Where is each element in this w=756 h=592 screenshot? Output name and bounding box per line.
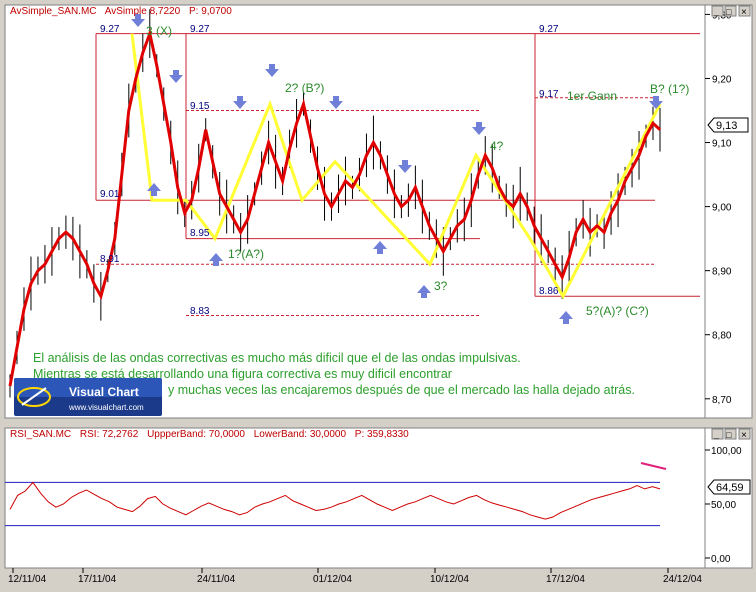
- minimize-icon: _: [713, 429, 720, 439]
- maximize-icon: □: [726, 430, 732, 440]
- y-tick-label: 8,80: [712, 331, 732, 342]
- y-tick-label: 9,10: [712, 139, 732, 150]
- rsi-window-controls: _ □ ×: [711, 428, 751, 441]
- wave-label-5: 5?(A)? (C?): [586, 304, 649, 318]
- level-label: 9.01: [100, 189, 120, 200]
- y-tick-label: 9,20: [712, 74, 732, 85]
- close-icon: ×: [741, 430, 747, 441]
- current-rsi-value: 64,59: [716, 482, 744, 494]
- x-tick-label: 12/11/04: [8, 574, 47, 585]
- price-window-controls: _ □ ×: [711, 5, 751, 18]
- level-label: 8.83: [190, 306, 210, 317]
- wave-label-4: 4?: [490, 139, 504, 153]
- y-tick-label: 8,90: [712, 267, 732, 278]
- price-header: AvSimple_SAN.MC AvSimple 8,7220 P: 9,070…: [10, 6, 232, 17]
- minimize-icon: _: [713, 6, 720, 16]
- maximize-icon: □: [726, 7, 732, 17]
- logo-title: Visual Chart: [69, 385, 139, 399]
- x-tick-label: 24/12/04: [663, 574, 702, 585]
- rsi-tick-label: 50,00: [711, 500, 736, 511]
- note-line-1: El análisis de las ondas correctivas es …: [33, 351, 521, 365]
- y-tick-label: 8,70: [712, 395, 732, 406]
- x-tick-label: 01/12/04: [313, 574, 352, 585]
- gann-label: 1er Gann: [567, 89, 617, 103]
- level-label: 8.91: [100, 254, 120, 265]
- rsi-tick-label: 100,00: [711, 446, 742, 457]
- wave-label-3x: 3 (X): [146, 24, 172, 38]
- x-tick-label: 17/11/04: [78, 574, 117, 585]
- wave-label-1a: 1?(A?): [228, 247, 264, 261]
- level-label: 8.95: [190, 228, 210, 239]
- wave-label-b: B? (1?): [650, 82, 689, 96]
- visualchart-logo: Visual Chart www.visualchart.com: [14, 378, 162, 416]
- rsi-tick-label: 0,00: [711, 554, 731, 565]
- level-label: 8.86: [539, 286, 559, 297]
- note-line-3: y muchas veces las encajaremos después d…: [168, 383, 635, 397]
- close-icon: ×: [741, 7, 747, 18]
- current-price-value: 9,13: [716, 120, 737, 132]
- level-label: 9.17: [539, 89, 559, 100]
- level-label: 9.27: [100, 24, 120, 35]
- wave-label-2b: 2? (B?): [285, 81, 324, 95]
- wave-label-3: 3?: [434, 279, 448, 293]
- x-tick-label: 24/11/04: [197, 574, 236, 585]
- current-rsi-tag: 64,59: [707, 479, 751, 495]
- level-label: 9.27: [190, 24, 210, 35]
- current-price-tag: 9,13: [707, 117, 749, 133]
- x-tick-label: 17/12/04: [546, 574, 585, 585]
- x-tick-label: 10/12/04: [430, 574, 469, 585]
- y-tick-label: 9,00: [712, 203, 732, 214]
- level-label: 9.27: [539, 24, 559, 35]
- logo-url: www.visualchart.com: [68, 403, 144, 412]
- level-label: 9.15: [190, 101, 210, 112]
- chart-area: 9,309,209,109,008,908,808,70 12/11/0417/…: [4, 4, 753, 585]
